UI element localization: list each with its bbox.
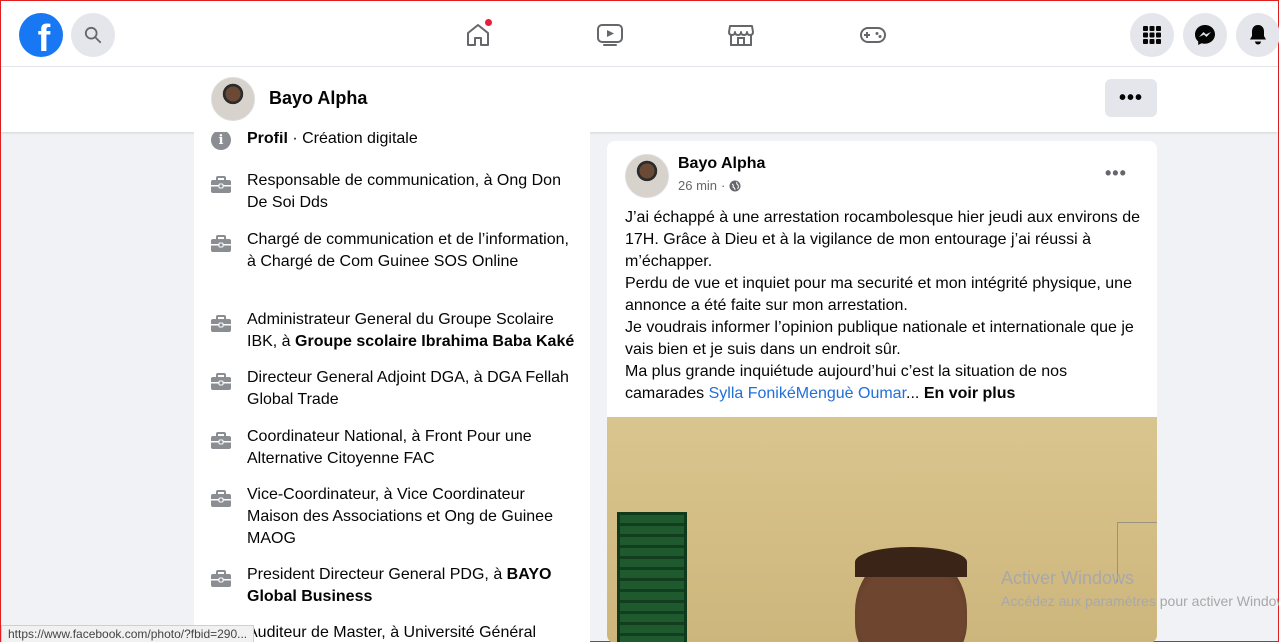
work-entry: President Directeur General PDG, à BAYO … [247,566,552,605]
work-entry: Chargé de communication et de l’informat… [247,231,569,270]
watch-icon [597,24,623,46]
browser-status-url: https://www.facebook.com/photo/?fbid=290… [1,625,255,642]
menu-button[interactable] [1130,13,1174,57]
messenger-button[interactable] [1183,13,1227,57]
profile-header-bar: Bayo Alpha ••• [1,67,1278,132]
work-entry: Responsable de communication, à Ong Don … [247,172,561,211]
post-options-button[interactable]: ••• [1105,163,1127,184]
messenger-icon [1195,25,1215,45]
search-icon [84,26,102,44]
gaming-icon [860,27,886,43]
post-card: Bayo Alpha 26 min · ••• J’ai échappé à u… [607,141,1157,642]
see-more-link[interactable]: En voir plus [924,385,1016,402]
briefcase-icon [210,371,232,393]
profile-category: · Création digitale [287,132,418,147]
notifications-button[interactable] [1236,13,1279,57]
post-text: J’ai échappé à une arrestation rocambole… [625,209,1140,402]
globe-icon [729,180,741,191]
briefcase-icon [210,430,232,452]
photo-window-shutter [617,512,687,642]
tab-watch[interactable] [590,15,630,55]
tab-home[interactable] [458,15,498,55]
tab-gaming[interactable] [853,15,893,55]
windows-activation-subtitle: Accédez aux paramètres pour activer Wind… [1001,593,1279,609]
windows-activation-title: Activer Windows [1001,568,1135,588]
info-icon: i [210,132,232,151]
photo-person-hair [855,547,967,577]
briefcase-icon [210,568,232,590]
post-timestamp[interactable]: 26 min · [678,178,741,193]
more-icon: ••• [1118,87,1143,109]
briefcase-icon [210,174,232,196]
work-entry: Vice-Coordinateur, à Vice Coordinateur M… [247,486,553,547]
profile-name[interactable]: Bayo Alpha [269,88,367,109]
intro-card: i Profil · Création digitale Responsable… [194,132,590,642]
facebook-logo[interactable]: f [19,13,63,57]
post-author-name[interactable]: Bayo Alpha [678,155,765,173]
work-entry: Administrateur General du Groupe Scolair… [247,311,575,350]
tagged-people-link[interactable]: Sylla FonikéMenguè Oumar [709,385,906,402]
briefcase-icon [210,233,232,255]
briefcase-icon [210,488,232,510]
search-button[interactable] [71,13,115,57]
menu-grid-icon [1143,26,1161,44]
work-entry: Coordinateur National, à Front Pour une … [247,428,532,467]
profile-avatar[interactable] [211,77,255,121]
notification-dot [484,18,493,27]
marketplace-icon [728,25,754,46]
briefcase-icon [210,313,232,335]
top-navigation: f [1,1,1279,67]
work-entry: Directeur General Adjoint DGA, à DGA Fel… [247,369,569,408]
tab-marketplace[interactable] [721,15,761,55]
profile-more-button[interactable]: ••• [1105,79,1157,117]
work-entry: Auditeur de Master, à Université Général [247,624,537,641]
post-author-avatar[interactable] [625,154,669,198]
profile-label: Profil [247,132,288,147]
bell-icon [1250,25,1266,45]
